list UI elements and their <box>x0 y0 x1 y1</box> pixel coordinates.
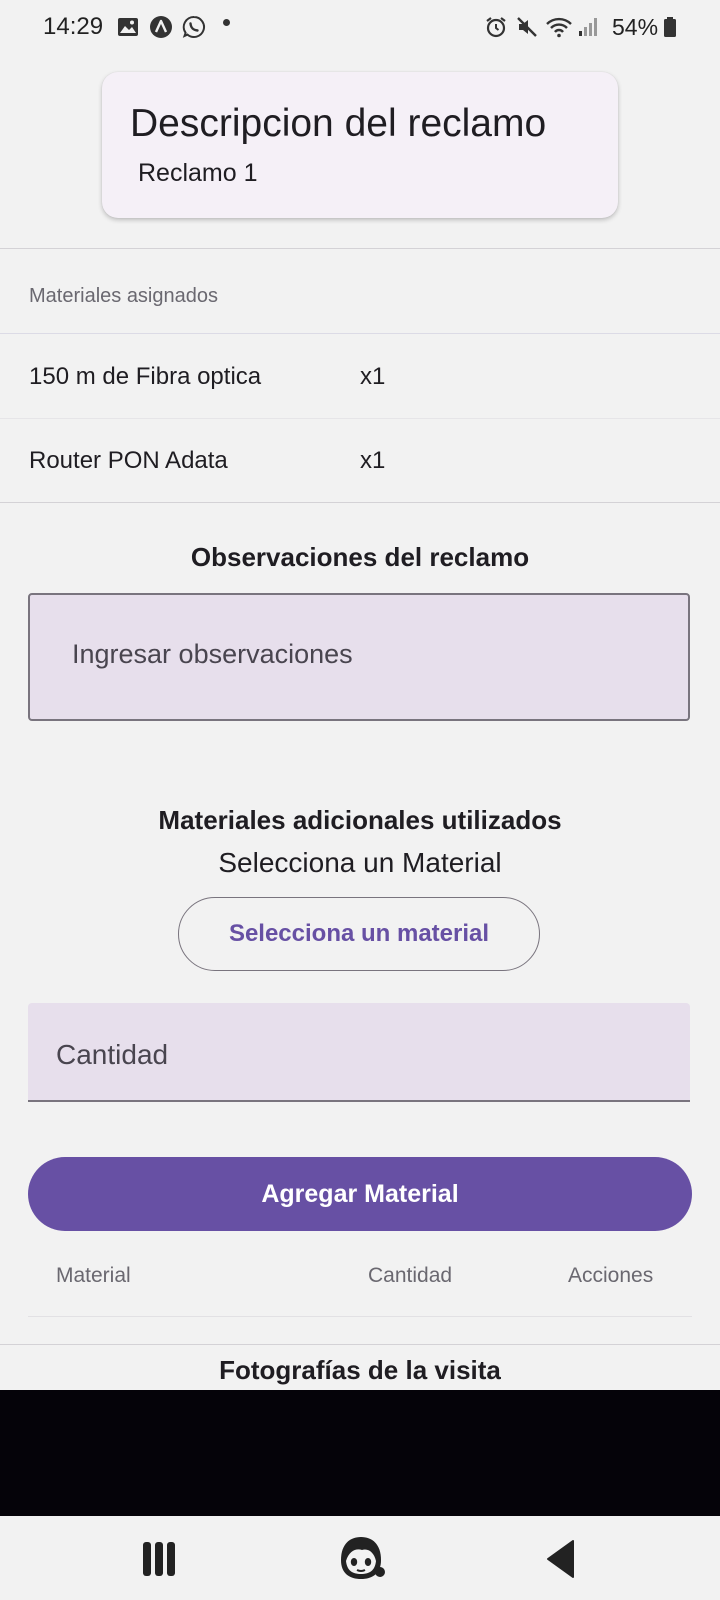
divider <box>0 1344 720 1345</box>
observations-heading: Observaciones del reclamo <box>190 542 530 572</box>
divider <box>0 502 720 503</box>
claim-header-card: Descripcion del reclamo Reclamo 1 <box>102 72 618 218</box>
observations-placeholder: Ingresar observaciones <box>72 639 353 669</box>
signal-icon <box>579 18 597 36</box>
add-material-button[interactable]: Agregar Material <box>28 1157 692 1231</box>
whatsapp-icon <box>182 15 205 38</box>
quantity-input[interactable]: Cantidad <box>28 1003 690 1102</box>
divider <box>0 333 720 334</box>
table-header-material: Material <box>56 1264 131 1287</box>
table-header-quantity: Cantidad <box>368 1264 453 1287</box>
select-material-caption: Selecciona un Material <box>218 847 502 878</box>
back-icon[interactable] <box>545 1539 575 1579</box>
status-bar: 14:29 54% <box>0 0 720 56</box>
assigned-material-name: Router PON Adata <box>29 447 228 474</box>
recent-apps-icon[interactable] <box>141 1541 177 1577</box>
wifi-icon <box>546 17 572 38</box>
gallery-icon <box>118 18 138 36</box>
assigned-material-name: 150 m de Fibra optica <box>29 363 262 390</box>
mute-icon <box>517 17 537 37</box>
table-header-actions: Acciones <box>568 1264 654 1287</box>
battery-icon <box>664 17 676 37</box>
assigned-material-qty: x1 <box>360 447 386 474</box>
table-divider <box>28 1316 692 1317</box>
status-time: 14:29 <box>43 13 104 40</box>
page-title: Descripcion del reclamo <box>130 102 547 145</box>
notification-dot <box>223 19 230 26</box>
home-icon[interactable] <box>336 1534 386 1582</box>
divider <box>0 418 720 419</box>
quantity-placeholder: Cantidad <box>56 1039 169 1070</box>
navigation-bar <box>0 1516 720 1600</box>
photos-heading: Fotografías de la visita <box>219 1355 501 1385</box>
observations-input[interactable]: Ingresar observaciones <box>28 593 690 721</box>
app-a-icon <box>150 16 172 38</box>
assigned-materials-caption: Materiales asignados <box>29 285 218 307</box>
claim-name: Reclamo 1 <box>138 159 258 187</box>
alarm-icon <box>486 17 506 38</box>
select-material-button[interactable]: Selecciona un material <box>178 897 540 971</box>
divider <box>0 248 720 249</box>
battery-percentage: 54% <box>612 14 659 40</box>
photo-area <box>0 1390 720 1516</box>
assigned-material-qty: x1 <box>360 363 386 390</box>
additional-materials-heading: Materiales adicionales utilizados <box>158 805 562 835</box>
